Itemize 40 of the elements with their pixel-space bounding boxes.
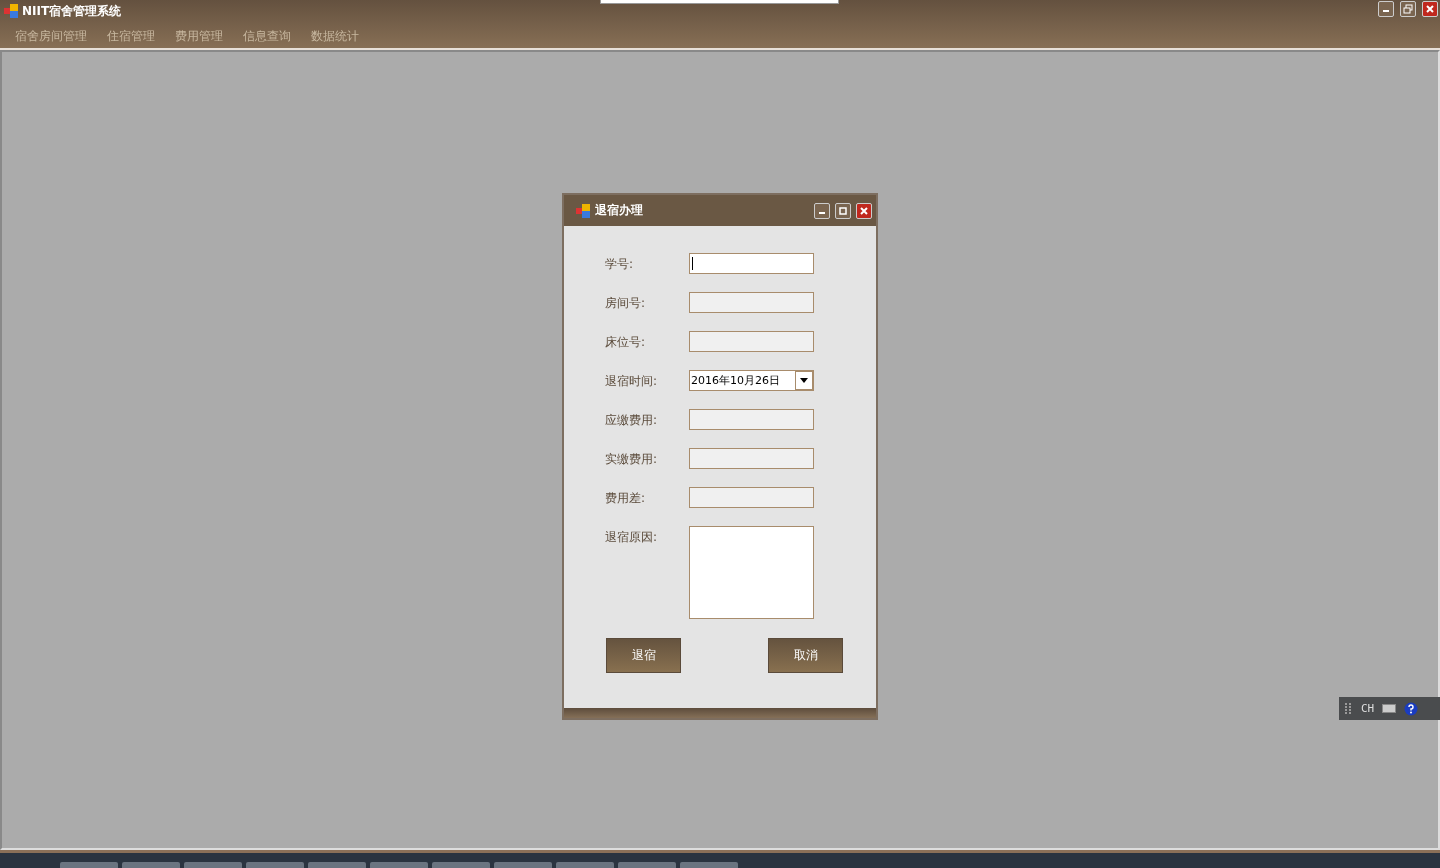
ime-language[interactable]: CH (1361, 702, 1375, 715)
dialog-button[interactable]: 取消 (768, 638, 843, 673)
field-label: 实缴费用: (605, 451, 659, 468)
grip-icon (1345, 702, 1353, 715)
menu-item[interactable]: 住宿管理 (107, 28, 155, 45)
dialog-icon (576, 203, 590, 218)
menu-item[interactable]: 数据统计 (311, 28, 359, 45)
minimize-button[interactable] (1378, 1, 1394, 17)
restore-button[interactable] (1400, 1, 1416, 17)
menu-item[interactable]: 信息查询 (243, 28, 291, 45)
menu-item[interactable]: 费用管理 (175, 28, 223, 45)
input-field[interactable] (689, 253, 814, 274)
field-label: 房间号: (605, 295, 647, 312)
date-picker[interactable]: 2016年10月26日 (689, 370, 814, 391)
minimize-button[interactable] (814, 202, 830, 219)
dialog-title: 退宿办理 (595, 202, 644, 219)
text-cursor (692, 257, 693, 270)
dialog-button[interactable]: 退宿 (606, 638, 681, 673)
menu-item[interactable]: 宿舍房间管理 (15, 28, 87, 45)
close-button[interactable] (1422, 1, 1438, 17)
close-icon (1426, 5, 1434, 13)
app-icon (4, 4, 18, 18)
caret-icon (800, 378, 808, 383)
maximize-button[interactable] (835, 202, 851, 219)
field-label: 学号: (605, 256, 635, 273)
close-icon (860, 206, 868, 215)
dropdown-button[interactable] (795, 371, 813, 390)
field-label: 床位号: (605, 334, 647, 351)
restore-icon (1403, 4, 1413, 14)
keyboard-icon[interactable] (1382, 704, 1397, 713)
text-area[interactable] (689, 526, 814, 619)
field-label: 退宿原因: (605, 529, 659, 546)
field-label: 费用差: (605, 490, 647, 507)
date-value: 2016年10月26日 (691, 373, 780, 388)
field-label: 应缴费用: (605, 412, 659, 429)
close-button[interactable] (856, 202, 872, 219)
help-icon[interactable] (1404, 701, 1419, 716)
field-label: 退宿时间: (605, 373, 659, 390)
maximize-icon (839, 206, 847, 215)
window-title: NIIT宿舍管理系统 (22, 2, 122, 20)
